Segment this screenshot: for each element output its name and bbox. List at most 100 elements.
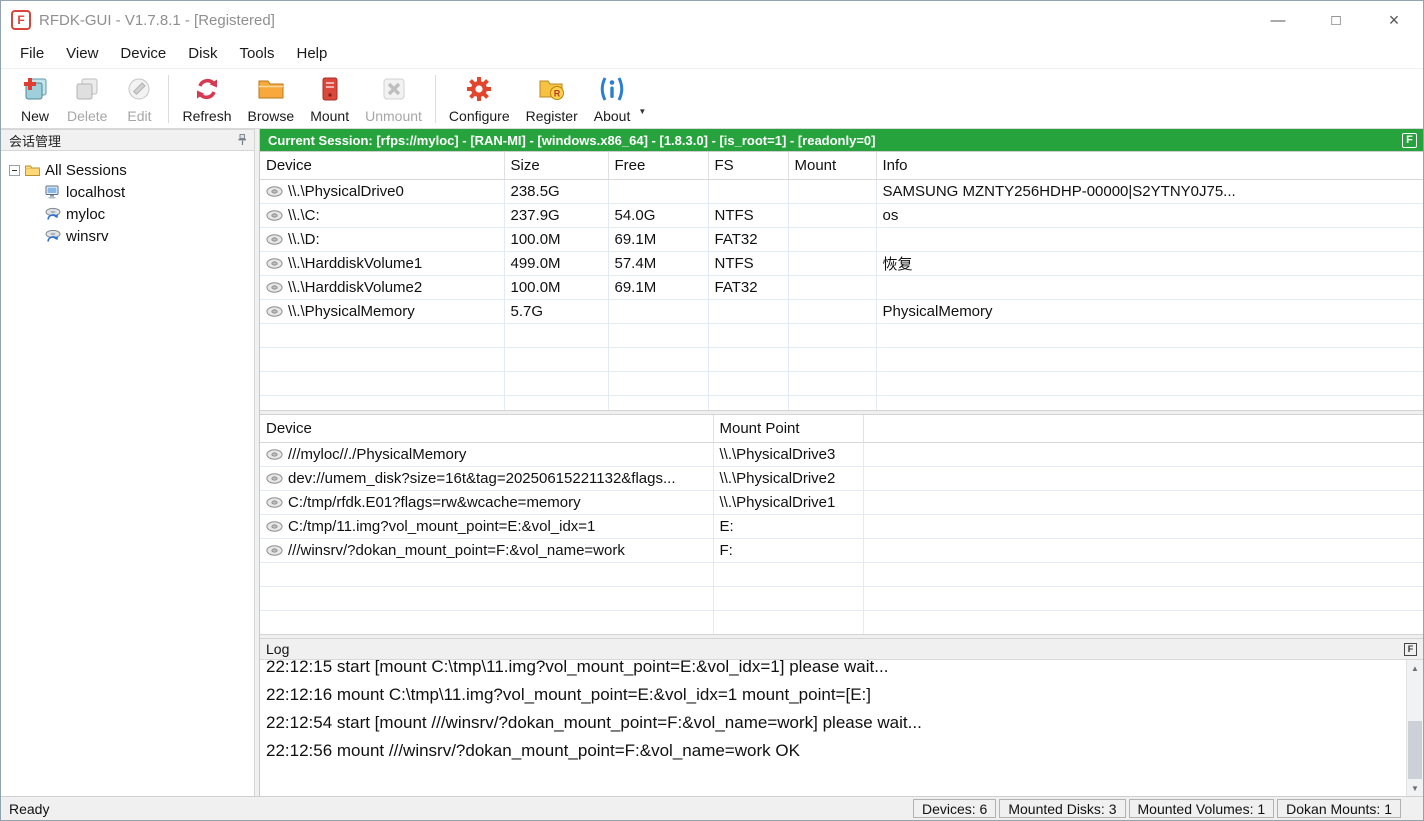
scroll-down-icon[interactable]: ▼ (1407, 780, 1423, 796)
table-row[interactable]: \\.\HarddiskVolume2100.0M69.1MFAT32 (260, 275, 1423, 299)
computer-icon (45, 185, 61, 200)
table-row[interactable]: ///myloc//./PhysicalMemory\\.\PhysicalDr… (260, 442, 1423, 466)
empty-row (260, 562, 1423, 586)
rfdk-gui-window: F RFDK-GUI - V1.7.8.1 - [Registered] — □… (0, 0, 1424, 821)
disk-icon (266, 305, 283, 318)
col-mount-point[interactable]: Mount Point (713, 415, 863, 442)
menu-view[interactable]: View (55, 41, 109, 66)
unmount-label: Unmount (365, 109, 422, 124)
empty-cell (260, 395, 504, 410)
cell (863, 442, 1423, 466)
session-panel-header: 会话管理 (1, 129, 254, 151)
table-row[interactable]: C:/tmp/11.img?vol_mount_point=E:&vol_idx… (260, 514, 1423, 538)
log-panel-icon: F (1404, 643, 1417, 656)
cell: \\.\PhysicalDrive1 (713, 490, 863, 514)
table-row[interactable]: C:/tmp/rfdk.E01?flags=rw&wcache=memory\\… (260, 490, 1423, 514)
new-label: New (21, 109, 49, 124)
cell: 238.5G (504, 179, 608, 203)
col-fs[interactable]: FS (708, 152, 788, 179)
collapse-expander-icon[interactable] (9, 165, 20, 176)
cell: 100.0M (504, 227, 608, 251)
tree-item-myloc[interactable]: myloc (1, 203, 254, 225)
table-row[interactable]: ///winsrv/?dokan_mount_point=F:&vol_name… (260, 538, 1423, 562)
session-tree: All Sessions localhost myloc (1, 151, 254, 796)
tree-item-localhost[interactable]: localhost (1, 181, 254, 203)
scroll-up-icon[interactable]: ▲ (1407, 660, 1423, 676)
menu-help[interactable]: Help (285, 41, 338, 66)
mount-button[interactable]: Mount (302, 72, 357, 126)
col-mount[interactable]: Mount (788, 152, 876, 179)
unmount-button[interactable]: Unmount (357, 72, 430, 126)
log-lines: 22:12:15 start [mount C:\tmp\11.img?vol_… (266, 660, 1403, 765)
svg-text:R: R (553, 88, 560, 98)
close-button[interactable]: × (1365, 1, 1423, 39)
new-button[interactable]: New (11, 72, 59, 126)
log-scrollbar[interactable]: ▲ ▼ (1406, 660, 1423, 796)
table-row[interactable]: \\.\C:237.9G54.0GNTFSos (260, 203, 1423, 227)
device-cell: C:/tmp/11.img?vol_mount_point=E:&vol_idx… (260, 514, 713, 538)
edit-button[interactable]: Edit (115, 72, 163, 126)
empty-cell (608, 347, 708, 371)
mounts-header-row: Device Mount Point (260, 415, 1423, 442)
empty-cell (504, 395, 608, 410)
cell: \\.\PhysicalDrive3 (713, 442, 863, 466)
table-row[interactable]: \\.\D:100.0M69.1MFAT32 (260, 227, 1423, 251)
folder-icon (25, 164, 40, 176)
register-icon: R (536, 74, 568, 104)
empty-row (260, 395, 1423, 410)
device-cell: C:/tmp/rfdk.E01?flags=rw&wcache=memory (260, 490, 713, 514)
delete-button[interactable]: Delete (59, 72, 115, 126)
cell: 57.4M (608, 251, 708, 275)
empty-cell (260, 586, 713, 610)
about-label: About (594, 109, 631, 124)
table-row[interactable]: \\.\PhysicalDrive0238.5GSAMSUNG MZNTY256… (260, 179, 1423, 203)
log-header: Log F (260, 639, 1423, 660)
tree-item-all-sessions[interactable]: All Sessions (1, 159, 254, 181)
browse-folder-icon (255, 74, 287, 104)
cell (788, 299, 876, 323)
device-cell: \\.\D: (260, 227, 504, 251)
table-row[interactable]: \\.\HarddiskVolume1499.0M57.4MNTFS恢复 (260, 251, 1423, 275)
status-mounted-disks-count: Mounted Disks: 3 (999, 799, 1125, 818)
col-mount-device[interactable]: Device (260, 415, 713, 442)
table-row[interactable]: dev://umem_disk?size=16t&tag=20250615221… (260, 466, 1423, 490)
tree-label-localhost: localhost (66, 184, 125, 201)
current-session-text: Current Session: [rfps://myloc] - [RAN-M… (268, 133, 876, 148)
device-cell: \\.\C: (260, 203, 504, 227)
devices-header-row: Device Size Free FS Mount Info (260, 152, 1423, 179)
cell: F: (713, 538, 863, 562)
cell: 5.7G (504, 299, 608, 323)
cell (788, 203, 876, 227)
col-free[interactable]: Free (608, 152, 708, 179)
tree-item-winsrv[interactable]: winsrv (1, 225, 254, 247)
menu-tools[interactable]: Tools (228, 41, 285, 66)
empty-row (260, 610, 1423, 634)
pin-icon[interactable] (237, 134, 248, 146)
menu-disk[interactable]: Disk (177, 41, 228, 66)
menu-file[interactable]: File (9, 41, 55, 66)
register-label: Register (526, 109, 578, 124)
scrollbar-thumb[interactable] (1408, 721, 1422, 779)
empty-row (260, 586, 1423, 610)
col-size[interactable]: Size (504, 152, 608, 179)
menu-device[interactable]: Device (109, 41, 177, 66)
about-button[interactable]: About (586, 72, 639, 126)
minimize-button[interactable]: — (1249, 1, 1307, 39)
new-session-icon (19, 74, 51, 104)
browse-button[interactable]: Browse (240, 72, 303, 126)
disk-icon (266, 257, 283, 270)
log-line: 22:12:54 start [mount ///winsrv/?dokan_m… (266, 709, 1403, 737)
register-button[interactable]: R Register (518, 72, 586, 126)
refresh-button[interactable]: Refresh (174, 72, 239, 126)
col-device[interactable]: Device (260, 152, 504, 179)
table-row[interactable]: \\.\PhysicalMemory5.7GPhysicalMemory (260, 299, 1423, 323)
col-info[interactable]: Info (876, 152, 1423, 179)
configure-button[interactable]: Configure (441, 72, 518, 126)
device-cell: \\.\HarddiskVolume2 (260, 275, 504, 299)
maximize-button[interactable]: □ (1307, 1, 1365, 39)
toolbar-separator (435, 75, 436, 123)
disk-icon (266, 544, 283, 557)
empty-cell (608, 323, 708, 347)
device-cell: ///myloc//./PhysicalMemory (260, 442, 713, 466)
about-dropdown-icon[interactable]: ▼ (638, 107, 646, 116)
